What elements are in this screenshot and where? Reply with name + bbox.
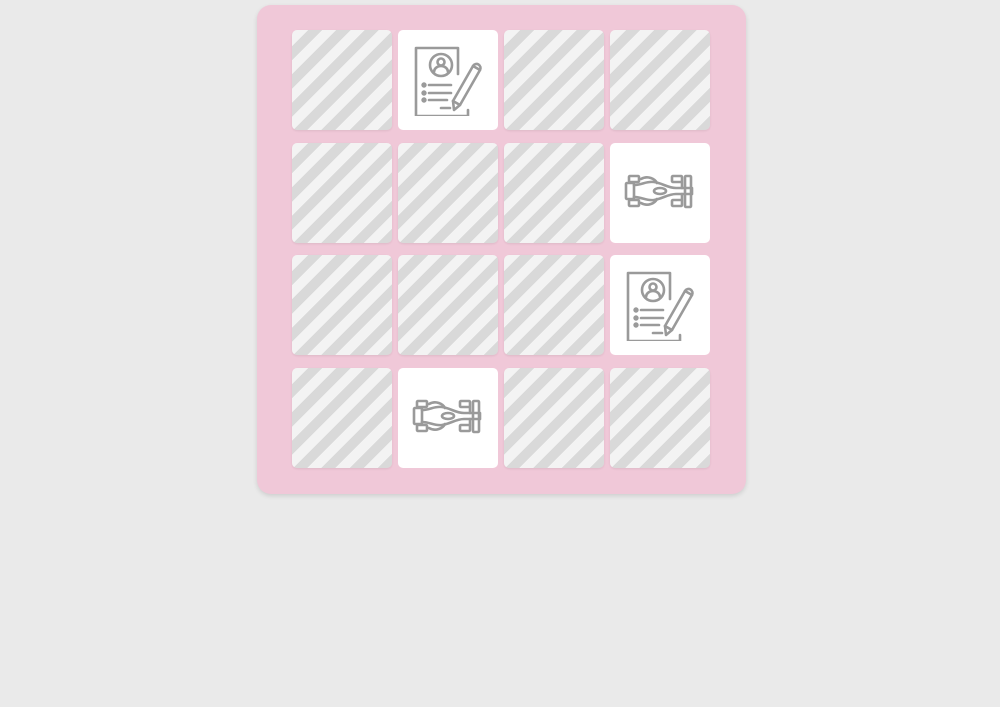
memory-card-face-down[interactable] [504,255,604,355]
form-icon [412,44,484,116]
memory-card-face-down[interactable] [398,255,498,355]
memory-card-face-down[interactable] [398,142,498,243]
memory-card-face-down[interactable] [292,30,392,130]
memory-card-face-up[interactable] [610,255,710,355]
memory-card-face-up[interactable] [398,367,498,468]
memory-card-face-down[interactable] [610,30,710,130]
memory-card-face-down[interactable] [610,367,710,468]
race-car-icon [624,157,696,229]
game-board [257,5,746,494]
race-car-icon [412,382,484,454]
card-grid [292,30,710,468]
memory-card-face-down[interactable] [292,367,392,468]
memory-card-face-down[interactable] [504,142,604,243]
memory-card-face-up[interactable] [610,142,710,243]
memory-card-face-down[interactable] [292,255,392,355]
memory-card-face-down[interactable] [292,142,392,243]
form-icon [624,269,696,341]
memory-card-face-down[interactable] [504,367,604,468]
memory-card-face-down[interactable] [504,30,604,130]
memory-card-face-up[interactable] [398,30,498,130]
